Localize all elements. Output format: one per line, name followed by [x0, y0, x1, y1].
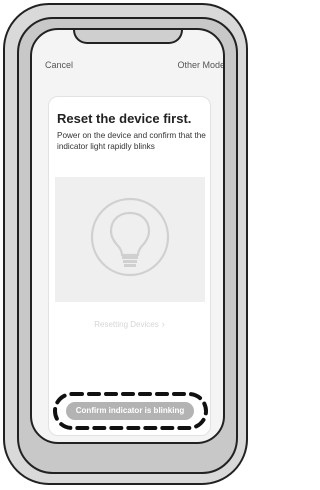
resetting-devices-label: Resetting Devices: [94, 320, 159, 329]
reset-instructions-card: Reset the device first. Power on the dev…: [48, 96, 211, 436]
phone-notch: [72, 30, 183, 44]
lightbulb-icon: [90, 197, 170, 277]
other-mode-button[interactable]: Other Mode: [177, 60, 223, 70]
phone-screen: Cancel Other Mode Reset the device first…: [30, 28, 225, 444]
chevron-right-icon: ›: [161, 319, 165, 329]
device-illustration: [55, 177, 205, 302]
top-navigation-bar: Cancel Other Mode: [45, 60, 223, 72]
resetting-devices-link[interactable]: Resetting Devices ›: [49, 319, 210, 329]
confirm-indicator-blinking-button[interactable]: Confirm indicator is blinking: [66, 402, 194, 420]
card-description: Power on the device and confirm that the…: [57, 131, 206, 151]
card-title: Reset the device first.: [57, 111, 192, 126]
cancel-button[interactable]: Cancel: [45, 60, 73, 70]
